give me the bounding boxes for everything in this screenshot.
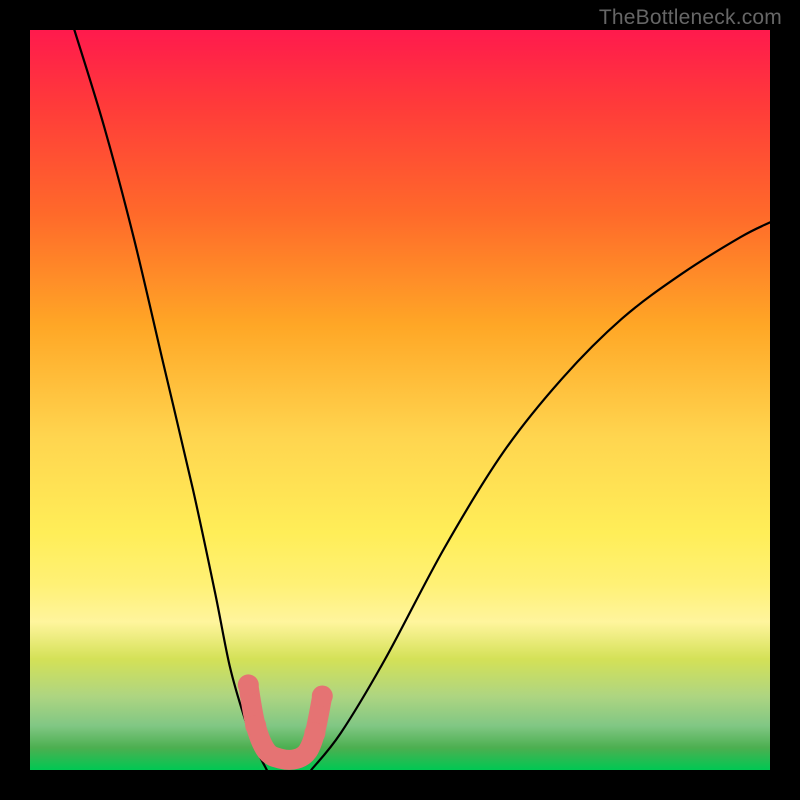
worm-bead (245, 715, 266, 736)
chart-frame: TheBottleneck.com (0, 0, 800, 800)
plot-area (30, 30, 770, 770)
curve-left (74, 30, 266, 770)
curve-right (311, 222, 770, 770)
curve-layer (30, 30, 770, 770)
worm-bead (238, 674, 259, 695)
worm-bead (312, 686, 333, 707)
attribution-text: TheBottleneck.com (599, 6, 782, 30)
worm-bead (304, 723, 325, 744)
